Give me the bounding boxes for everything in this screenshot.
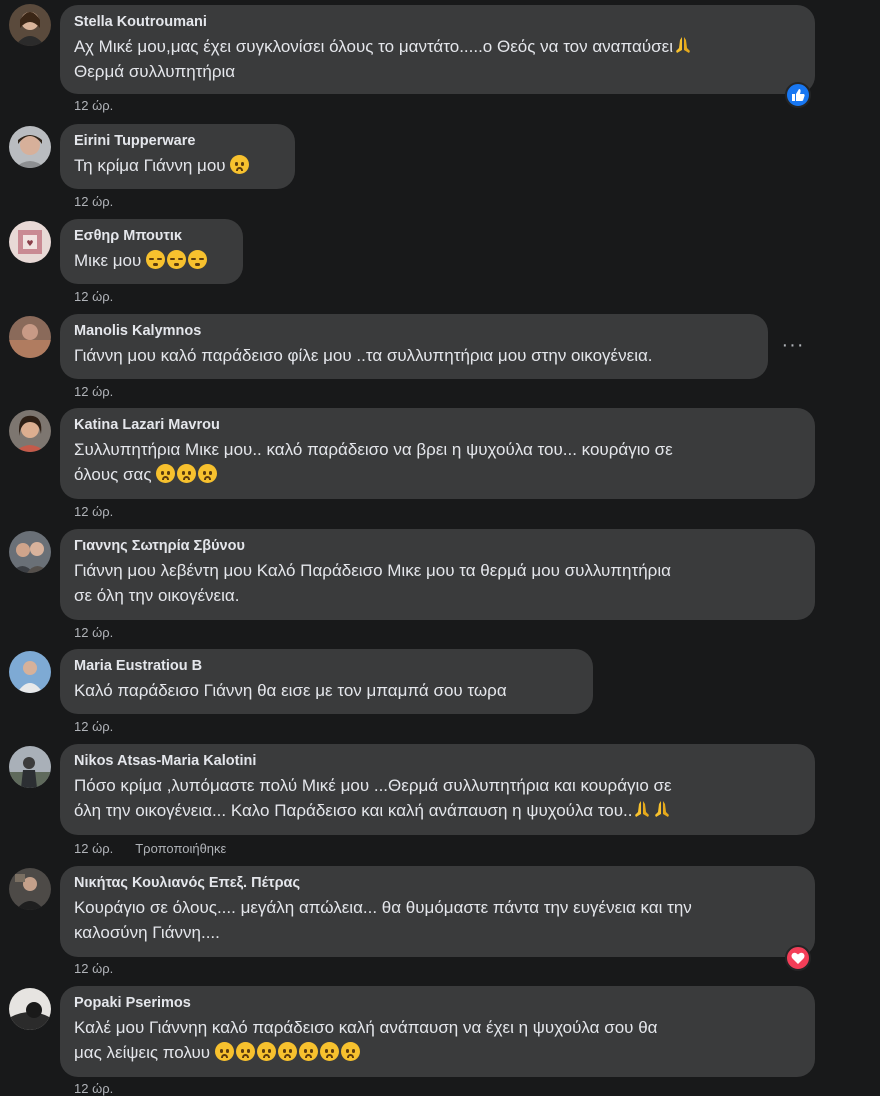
- sad-face-icon: [319, 1042, 339, 1061]
- comment-time[interactable]: 12 ώρ.: [74, 98, 113, 113]
- comment-text: Πόσο κρίμα ,λυπόμαστε πολύ Μικέ μου ...Θ…: [74, 776, 672, 820]
- comment-text: Καλό παράδεισο Γιάννη θα εισε με τον μπα…: [74, 681, 507, 700]
- comment-time[interactable]: 12 ώρ.: [74, 719, 113, 734]
- comment-bubble: Stella Koutroumani Αχ Μικέ μου,μας έχει …: [60, 5, 815, 94]
- comment-time[interactable]: 12 ώρ.: [74, 1081, 113, 1096]
- avatar[interactable]: [9, 988, 51, 1030]
- avatar[interactable]: ♥: [9, 221, 51, 263]
- comment-time[interactable]: 12 ώρ.: [74, 194, 113, 209]
- comment-time[interactable]: 12 ώρ.: [74, 961, 113, 976]
- love-reaction-icon[interactable]: [785, 945, 811, 971]
- comment-bubble: Νικήτας Κουλιανός Επεξ. Πέτρας Κουράγιο …: [60, 866, 815, 957]
- avatar[interactable]: [9, 316, 51, 358]
- pensive-face-icon: [167, 250, 187, 269]
- comment-bubble: Γιαννης Σωτηρία Σβύνου Γιάννη μου λεβέντ…: [60, 529, 815, 620]
- comment-time[interactable]: 12 ώρ.: [74, 504, 113, 519]
- pensive-face-icon: [146, 250, 166, 269]
- sad-face-icon: [298, 1042, 318, 1061]
- comment-author[interactable]: Stella Koutroumani: [74, 13, 801, 32]
- comment-text: Γιάννη μου λεβέντη μου Καλό Παράδεισο Μι…: [74, 561, 671, 605]
- comment-bubble: Eirini Tupperware Τη κρίμα Γιάννη μου: [60, 124, 295, 189]
- comment-text: Κουράγιο σε όλους.... μεγάλη απώλεια... …: [74, 898, 692, 942]
- sad-face-icon: [235, 1042, 255, 1061]
- avatar[interactable]: [9, 651, 51, 693]
- sad-face-icon: [177, 464, 197, 483]
- comment-text: Αχ Μικέ μου,μας έχει συγκλονίσει όλους τ…: [74, 34, 801, 84]
- avatar[interactable]: [9, 746, 51, 788]
- comment-bubble: Popaki Pserimos Καλέ μου Γιάννηη καλό πα…: [60, 986, 815, 1077]
- praying-hands-icon: [632, 799, 652, 819]
- sad-face-icon: [198, 464, 218, 483]
- comment-author[interactable]: Katina Lazari Mavrou: [74, 416, 801, 435]
- comment-time[interactable]: 12 ώρ.: [74, 384, 113, 399]
- pensive-face-icon: [188, 250, 208, 269]
- praying-hands-icon: [673, 35, 693, 55]
- sad-face-icon: [214, 1042, 234, 1061]
- praying-hands-icon: [652, 799, 672, 819]
- sad-face-icon: [230, 155, 250, 174]
- comment-author[interactable]: Γιαννης Σωτηρία Σβύνου: [74, 537, 801, 556]
- sad-face-icon: [256, 1042, 276, 1061]
- comment-bubble: Maria Eustratiou B Καλό παράδεισο Γιάννη…: [60, 649, 593, 714]
- sad-face-icon: [277, 1042, 297, 1061]
- comment-bubble: Εσθηρ Μπουτικ Μικε μου: [60, 219, 243, 284]
- comment-author[interactable]: Εσθηρ Μπουτικ: [74, 227, 229, 246]
- comment-time[interactable]: 12 ώρ.: [74, 289, 113, 304]
- comment-author[interactable]: Νικήτας Κουλιανός Επεξ. Πέτρας: [74, 874, 801, 893]
- avatar[interactable]: [9, 410, 51, 452]
- like-reaction-icon[interactable]: [785, 82, 811, 108]
- comment-text: Τη κρίμα Γιάννη μου: [74, 153, 281, 178]
- comment-meta: 12 ώρ. Τροποποιήθηκε: [74, 841, 226, 856]
- comment-time[interactable]: 12 ώρ.: [74, 625, 113, 640]
- comment-author[interactable]: Popaki Pserimos: [74, 994, 801, 1013]
- svg-text:♥: ♥: [26, 239, 33, 248]
- comment-author[interactable]: Maria Eustratiou B: [74, 657, 579, 676]
- edited-label[interactable]: Τροποποιήθηκε: [135, 841, 226, 856]
- sad-face-icon: [340, 1042, 360, 1061]
- comment-time[interactable]: 12 ώρ.: [74, 841, 113, 856]
- avatar[interactable]: [9, 531, 51, 573]
- sad-face-icon: [156, 464, 176, 483]
- comment-text: Μικε μου: [74, 248, 229, 273]
- comment-author[interactable]: Eirini Tupperware: [74, 132, 281, 151]
- comment-text: Συλλυπητήρια Μικε μου.. καλό παράδεισο ν…: [74, 440, 673, 484]
- comment-text: Καλέ μου Γιάννηη καλό παράδεισο καλή ανά…: [74, 1018, 658, 1062]
- comment-bubble: Nikos Atsas-Maria Kalotini Πόσο κρίμα ,λ…: [60, 744, 815, 835]
- comment-text: Γιάννη μου καλό παράδεισο φίλε μου ..τα …: [74, 346, 653, 365]
- avatar[interactable]: [9, 4, 51, 46]
- comment-bubble: Katina Lazari Mavrou Συλλυπητήρια Μικε μ…: [60, 408, 815, 499]
- comment-author[interactable]: Nikos Atsas-Maria Kalotini: [74, 752, 801, 771]
- avatar[interactable]: [9, 868, 51, 910]
- comment-author[interactable]: Manolis Kalymnos: [74, 322, 754, 341]
- avatar[interactable]: [9, 126, 51, 168]
- comment-bubble: Manolis Kalymnos Γιάννη μου καλό παράδει…: [60, 314, 768, 379]
- more-options-icon[interactable]: ···: [776, 330, 810, 364]
